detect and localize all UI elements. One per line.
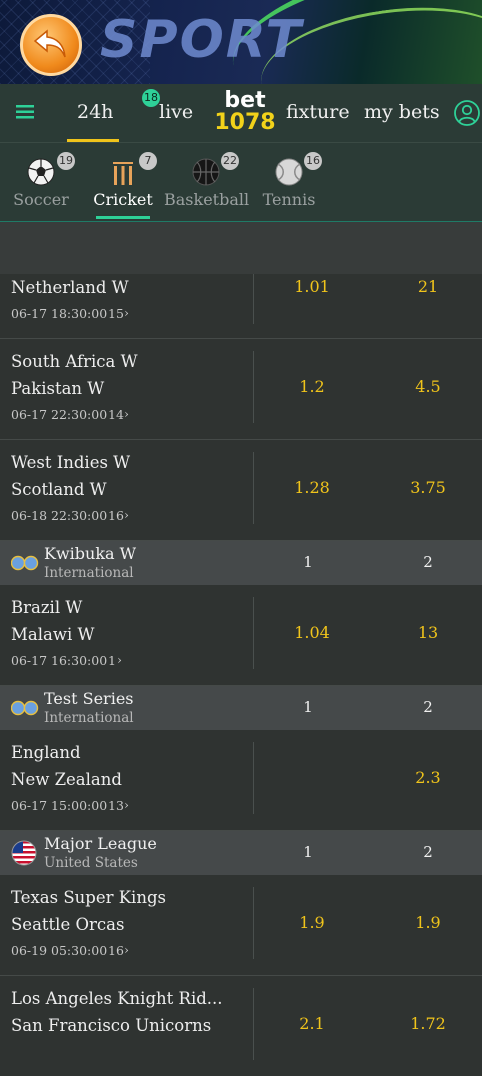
team-name: Netherland W: [11, 278, 129, 297]
menu-icon[interactable]: [16, 104, 34, 123]
tab-live[interactable]: live: [159, 101, 193, 123]
international-flag-icon: [10, 554, 39, 576]
league-region: International: [44, 565, 134, 581]
live-count-badge: 18: [142, 89, 160, 107]
chevron-right-icon[interactable]: ›: [124, 305, 129, 320]
chevron-right-icon[interactable]: ›: [117, 652, 122, 667]
market-count[interactable]: 16: [108, 508, 124, 523]
market-count[interactable]: 14: [108, 407, 124, 422]
cricket-count-badge: 7: [139, 152, 157, 170]
team-home: England: [11, 743, 81, 762]
column-home: 1: [303, 553, 313, 571]
tab-24h[interactable]: 24h: [77, 101, 113, 123]
back-arrow-icon[interactable]: [20, 14, 82, 76]
odd-home[interactable]: 1.9: [272, 913, 352, 932]
logo-bet: bet: [224, 88, 266, 113]
team-away: San Francisco Unicorns: [11, 1016, 212, 1035]
team-away: Seattle Orcas: [11, 915, 125, 934]
column-home: 1: [303, 698, 313, 716]
international-flag-icon: [10, 699, 39, 721]
us-flag-icon: [11, 840, 37, 870]
chevron-right-icon[interactable]: ›: [124, 942, 129, 957]
match-time: 06-17 15:00:00: [11, 798, 108, 813]
banner-title: SPORT: [100, 10, 303, 70]
match-row[interactable]: West Indies W Scotland W 06-18 22:30:00 …: [0, 440, 482, 541]
team-away: New Zealand: [11, 770, 122, 789]
odd-home[interactable]: 1.01: [272, 277, 352, 296]
team-home: South Africa W: [11, 352, 138, 371]
odd-away[interactable]: 3.75: [388, 478, 468, 497]
odd-away[interactable]: 4.5: [388, 377, 468, 396]
odd-away[interactable]: 1.9: [388, 913, 468, 932]
odd-away[interactable]: 21: [388, 277, 468, 296]
league-region: United States: [44, 855, 138, 871]
chevron-right-icon[interactable]: ›: [124, 507, 129, 522]
cricket-stumps-icon: [108, 157, 138, 187]
chevron-right-icon[interactable]: ›: [124, 797, 129, 812]
odd-away[interactable]: 2.3: [388, 768, 468, 787]
team-home: West Indies W: [11, 453, 131, 472]
tennis-count-badge: 16: [304, 152, 322, 170]
profile-icon[interactable]: [454, 100, 480, 130]
sport-label: Tennis: [262, 190, 316, 209]
match-row[interactable]: England New Zealand 06-17 15:00:00 13 › …: [0, 730, 482, 831]
league-header[interactable]: Major League United States 1 2: [0, 831, 482, 875]
team-home: Texas Super Kings: [11, 888, 166, 907]
match-time: 06-19 05:30:00: [11, 943, 108, 958]
soccer-count-badge: 19: [57, 152, 75, 170]
match-row[interactable]: Brazil W Malawi W 06-17 16:30:00 1 › 1.0…: [0, 585, 482, 686]
team-home: Brazil W: [11, 598, 83, 617]
sport-label: Soccer: [13, 190, 69, 209]
team-away: Pakistan W: [11, 379, 105, 398]
logo-1078: 1078: [214, 110, 276, 135]
league-name: Kwibuka W: [44, 544, 137, 563]
league-header[interactable]: Kwibuka W International 1 2: [0, 541, 482, 585]
match-time: 06-17 18:30:00: [11, 306, 108, 321]
match-row[interactable]: South Africa W Pakistan W 06-17 22:30:00…: [0, 339, 482, 440]
odd-away[interactable]: 13: [388, 623, 468, 642]
league-name: Test Series: [44, 689, 134, 708]
filter-bar: [0, 222, 482, 274]
match-list: Netherland W 06-17 18:30:00 15 › 1.01 21…: [0, 274, 482, 1076]
tennis-ball-icon: [274, 157, 304, 187]
league-name: Major League: [44, 834, 157, 853]
match-time: 06-18 22:30:00: [11, 508, 108, 523]
team-away: Scotland W: [11, 480, 107, 499]
chevron-right-icon[interactable]: ›: [124, 406, 129, 421]
sport-label: Basketball: [164, 190, 250, 209]
tab-24h-underline: [67, 139, 119, 142]
basketball-icon: [191, 157, 221, 187]
bet1078-logo[interactable]: bet 1078: [214, 90, 276, 134]
match-time: 06-17 16:30:00: [11, 653, 108, 668]
team-home: Los Angeles Knight Rid...: [11, 989, 223, 1008]
column-home: 1: [303, 843, 313, 861]
column-away: 2: [423, 553, 433, 571]
active-sport-underline: [96, 216, 150, 219]
odd-home[interactable]: 1.28: [272, 478, 352, 497]
team-away: Malawi W: [11, 625, 95, 644]
match-time: 06-17 22:30:00: [11, 407, 108, 422]
odd-home[interactable]: 1.04: [272, 623, 352, 642]
sport-banner: SPORT: [0, 0, 482, 84]
odd-home[interactable]: 1.2: [272, 377, 352, 396]
match-row[interactable]: Los Angeles Knight Rid... San Francisco …: [0, 976, 482, 1076]
tab-my-bets[interactable]: my bets: [364, 101, 440, 123]
basketball-count-badge: 22: [221, 152, 239, 170]
market-count[interactable]: 1: [108, 653, 116, 668]
match-row[interactable]: Netherland W 06-17 18:30:00 15 › 1.01 21: [0, 274, 482, 339]
league-header[interactable]: Test Series International 1 2: [0, 686, 482, 730]
column-away: 2: [423, 843, 433, 861]
market-count[interactable]: 15: [108, 306, 124, 321]
market-count[interactable]: 13: [108, 798, 124, 813]
soccer-ball-icon: [26, 157, 56, 187]
column-away: 2: [423, 698, 433, 716]
match-row[interactable]: Texas Super Kings Seattle Orcas 06-19 05…: [0, 875, 482, 976]
sport-label: Cricket: [93, 190, 153, 209]
market-count[interactable]: 16: [108, 943, 124, 958]
tab-fixture[interactable]: fixture: [286, 101, 350, 123]
league-region: International: [44, 710, 134, 726]
